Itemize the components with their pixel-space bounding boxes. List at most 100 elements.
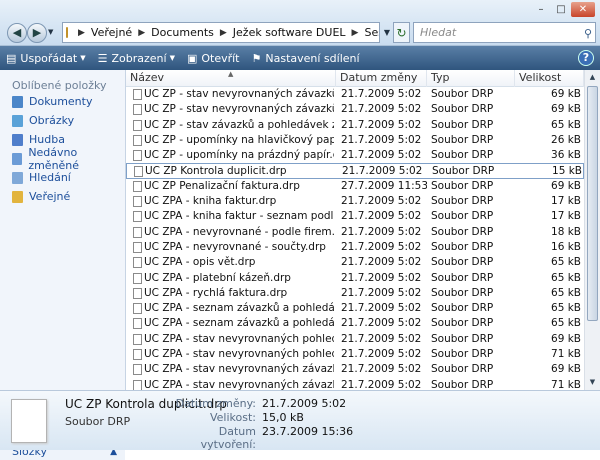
chevron-down-icon: ▼ (80, 54, 86, 62)
file-date: 21.7.2009 5:02 (341, 317, 422, 330)
file-type: Soubor DRP (431, 225, 494, 238)
file-size: 18 kB (551, 225, 581, 238)
file-row[interactable]: UC ZP - stav závazků a pohledávek za obd… (126, 118, 584, 133)
file-row[interactable]: UC ZP - stav nevyrovnaných závazků za ob… (126, 87, 584, 102)
file-name: UC ZPA - nevyrovnané - součty.drp (144, 240, 326, 253)
file-icon (133, 287, 142, 299)
file-row[interactable]: UC ZP Kontrola duplicit.drp 21.7.2009 5:0… (126, 163, 584, 179)
file-date: 21.7.2009 5:02 (341, 103, 422, 116)
address-bar[interactable]: ▶ Veřejné ▶ Documents ▶ Ježek software D… (62, 22, 380, 43)
sharing-settings-button[interactable]: ⚑ Nastavení sdílení (246, 47, 366, 69)
file-row[interactable]: UC ZPA - stav nevyrovnaných závazků k da… (126, 362, 584, 377)
column-header-type[interactable]: Typ (427, 70, 515, 87)
column-header-size[interactable]: Velikost (515, 70, 584, 87)
file-icon (133, 318, 142, 330)
file-row[interactable]: UC ZP - stav nevyrovnaných závazků za ob… (126, 102, 584, 117)
file-icon (133, 119, 142, 131)
back-button[interactable]: ◀ (7, 23, 27, 43)
file-type: Soubor DRP (431, 240, 494, 253)
breadcrumb-item[interactable]: Veřejné (91, 26, 132, 39)
scrollbar-thumb[interactable] (587, 86, 598, 321)
file-size: 71 kB (551, 348, 581, 361)
file-row[interactable]: UC ZPA - stav nevyrovnaných pohledávek k… (126, 347, 584, 362)
share-icon: ⚑ (251, 51, 262, 65)
file-name: UC ZPA - seznam závazků a pohledávek.drp (144, 302, 334, 315)
open-label: Otevřít (201, 51, 240, 65)
file-size: 15 kB (552, 165, 582, 178)
file-name: UC ZP - stav závazků a pohledávek za obd… (144, 118, 334, 131)
breadcrumb-separator-icon[interactable]: ▶ (352, 28, 359, 38)
file-size: 65 kB (551, 271, 581, 284)
maximize-button[interactable]: □ (551, 2, 571, 17)
breadcrumb-separator-icon[interactable]: ▶ (78, 28, 85, 38)
file-size: 65 kB (551, 256, 581, 269)
file-type: Soubor DRP (431, 210, 494, 223)
file-row[interactable]: UC ZP Penalizační faktura.drp 27.7.2009 1… (126, 179, 584, 194)
file-row[interactable]: UC ZPA - stav nevyrovnaných závazků k da… (126, 378, 584, 390)
file-row[interactable]: UC ZPA - opis vět.drp 21.7.2009 5:02 Soubo… (126, 255, 584, 270)
details-created-label: Datum vytvoření: (200, 425, 256, 451)
file-type: Soubor DRP (431, 103, 494, 116)
file-icon (134, 166, 143, 178)
file-size: 69 kB (551, 103, 581, 116)
refresh-button[interactable]: ↻ (393, 22, 410, 43)
file-row[interactable]: UC ZPA - stav nevyrovnaných pohledávek k… (126, 332, 584, 347)
recent-pages-dropdown[interactable]: ▼ (48, 28, 53, 36)
scroll-down-arrow-icon[interactable]: ▼ (585, 375, 600, 390)
organize-button[interactable]: ▤ Uspořádat ▼ (0, 47, 92, 69)
file-type: Soubor DRP (431, 286, 494, 299)
sharing-settings-label: Nastavení sdílení (265, 51, 360, 65)
file-type: Soubor DRP (431, 179, 494, 192)
sidebar-item-recently-changed[interactable]: Nedávno změněné (0, 146, 125, 172)
file-date: 21.7.2009 5:02 (341, 256, 422, 269)
file-row[interactable]: UC ZPA - seznam závazků a pohledávek.drp… (126, 301, 584, 316)
address-history-dropdown[interactable]: ▼ (381, 22, 393, 43)
file-date: 21.7.2009 5:02 (341, 286, 422, 299)
command-bar: ▤ Uspořádat ▼ ☰ Zobrazení ▼ ▣ Otevřít ⚑ … (0, 46, 600, 70)
sidebar-item-pictures[interactable]: Obrázky (0, 111, 125, 130)
file-name: UC ZP - upomínky na hlavičkový papír.drp (144, 133, 334, 146)
pictures-icon (12, 114, 23, 127)
forward-button[interactable]: ▶ (27, 23, 47, 43)
file-row[interactable]: UC ZP - upomínky na hlavičkový papír.drp… (126, 133, 584, 148)
file-icon (133, 272, 142, 284)
breadcrumb-separator-icon[interactable]: ▶ (220, 28, 227, 38)
scroll-up-arrow-icon[interactable]: ▲ (585, 70, 600, 85)
breadcrumb-item[interactable]: Sestavy (364, 26, 379, 39)
file-name: UC ZP Penalizační faktura.drp (144, 179, 300, 192)
help-button[interactable]: ? (578, 50, 594, 66)
file-size: 36 kB (551, 149, 581, 162)
close-button[interactable]: ✕ (571, 2, 595, 17)
file-row[interactable]: UC ZPA - nevyrovnané - podle firem.drp 21… (126, 225, 584, 240)
open-button[interactable]: ▣ Otevřít (181, 47, 246, 69)
sidebar-item-public[interactable]: Veřejné (0, 187, 125, 206)
sidebar-item-label: Hudba (29, 133, 65, 146)
minimize-button[interactable]: – (531, 2, 551, 17)
file-row[interactable]: UC ZPA - kniha faktur - seznam podle fir… (126, 209, 584, 224)
file-size: 69 kB (551, 332, 581, 345)
file-size: 69 kB (551, 179, 581, 192)
file-row[interactable]: UC ZP - upomínky na prázdný papír.drp 21.… (126, 148, 584, 163)
file-row[interactable]: UC ZPA - rychlá faktura.drp 21.7.2009 5:0… (126, 286, 584, 301)
column-header-name[interactable]: Název ▲ (126, 70, 336, 87)
file-row[interactable]: UC ZPA - seznam závazků a pohledávek - p… (126, 316, 584, 331)
file-row[interactable]: UC ZPA - nevyrovnané - součty.drp 21.7.20… (126, 240, 584, 255)
file-date: 21.7.2009 5:02 (341, 118, 422, 131)
arrow-left-icon: ◀ (12, 26, 22, 39)
sidebar-item-documents[interactable]: Dokumenty (0, 92, 125, 111)
breadcrumb-item[interactable]: Ježek software DUEL (233, 26, 346, 39)
file-icon (133, 333, 142, 345)
breadcrumb-separator-icon[interactable]: ▶ (138, 28, 145, 38)
vertical-scrollbar[interactable]: ▲ ▼ (584, 70, 600, 390)
views-button[interactable]: ☰ Zobrazení ▼ (92, 47, 181, 69)
sidebar-item-label: Nedávno změněné (28, 145, 80, 172)
search-input[interactable]: Hledat ⚲ (413, 22, 596, 43)
breadcrumb-item[interactable]: Documents (151, 26, 214, 39)
file-row[interactable]: UC ZPA - kniha faktur.drp 21.7.2009 5:02 S… (126, 194, 584, 209)
file-row[interactable]: UC ZPA - platební kázeň.drp 21.7.2009 5:0… (126, 271, 584, 286)
file-name: UC ZP - upomínky na prázdný papír.drp (144, 149, 334, 162)
column-header-date[interactable]: Datum změny (336, 70, 427, 87)
search-icon[interactable]: ⚲ (584, 24, 592, 43)
file-name: UC ZPA - platební kázeň.drp (144, 271, 291, 284)
details-size-value: 15,0 kB (262, 411, 304, 424)
